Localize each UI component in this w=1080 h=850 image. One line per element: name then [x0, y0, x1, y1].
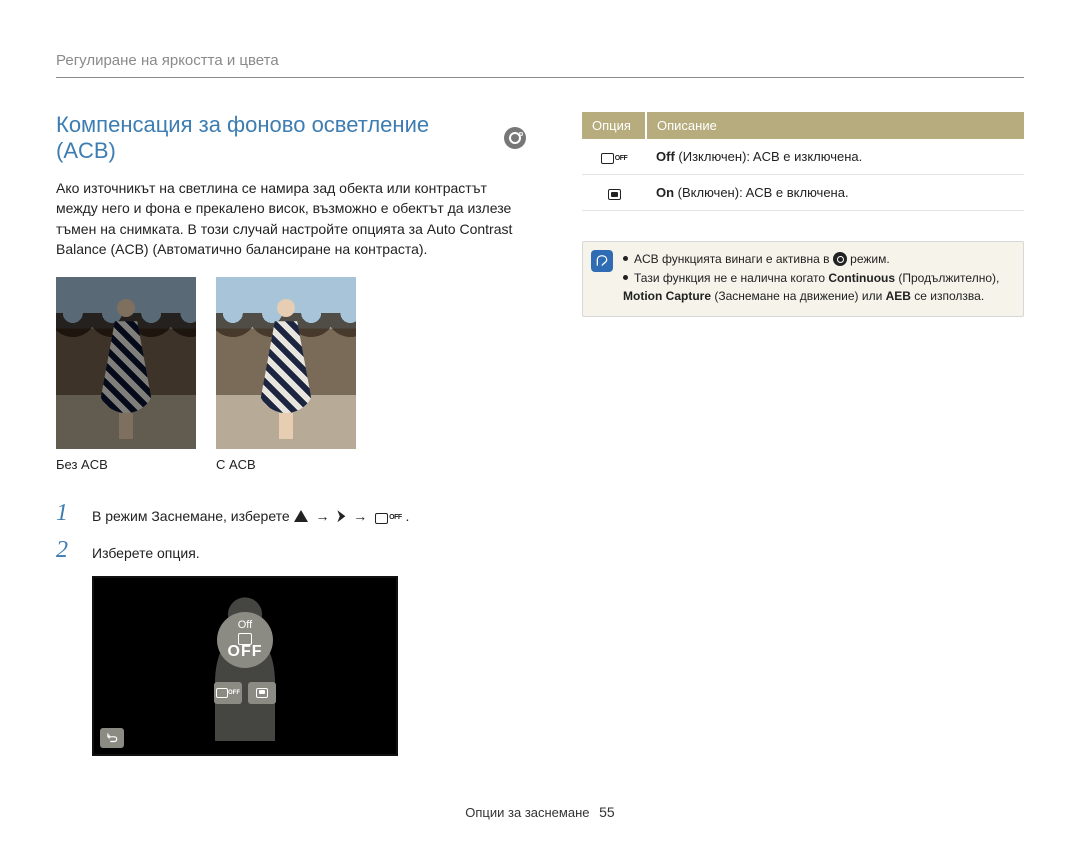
section-title: Компенсация за фоново осветление (ACB) p [56, 112, 526, 164]
step1-text-a: В режим Заснемане, изберете [92, 508, 294, 524]
arrow-icon: → [353, 508, 367, 524]
camera-mode-icon [833, 252, 847, 266]
camera-mode-p-icon: p [504, 127, 526, 149]
row-bold: On [656, 185, 674, 200]
chevron-right-icon [337, 510, 345, 522]
step-number: 1 [56, 500, 76, 527]
row-bold: Off [656, 149, 675, 164]
note-bold: Motion Capture [623, 289, 711, 303]
screen-option-on[interactable] [248, 682, 276, 704]
badge-off-text: OFF [228, 643, 263, 661]
col-desc-header: Описание [646, 112, 1024, 139]
photo-captions: Без ACB С ACB [56, 457, 526, 472]
screen-selected-badge: Off OFF [217, 612, 273, 668]
caption-with: С ACB [216, 457, 356, 472]
running-header: Регулиране на яркостта и цвета [56, 52, 1024, 78]
footer-section: Опции за заснемане [465, 805, 589, 820]
row-text: (Изключен): ACB е изключена. [675, 149, 862, 164]
caption-without: Без ACB [56, 457, 196, 472]
note-bold: Continuous [828, 271, 895, 285]
bullet-icon [623, 275, 628, 280]
bullet-icon [623, 256, 628, 261]
photo-with-acb [216, 277, 356, 449]
step-1: 1 В режим Заснемане, изберете → → OFF . [56, 500, 526, 527]
photo-without-acb [56, 277, 196, 449]
acb-off-icon: OFF [601, 153, 628, 164]
screen-option-off[interactable]: OFF [214, 682, 242, 704]
section-title-text: Компенсация за фоново осветление (ACB) [56, 112, 492, 164]
note-text: Тази функция не е налична когато [634, 271, 828, 285]
note-line: ACB функцията винаги е активна в режим. [623, 250, 1013, 269]
row-text: (Включен): ACB е включена. [674, 185, 849, 200]
intro-paragraph: Ако източникът на светлина се намира зад… [56, 178, 526, 259]
note-text: (Продължително), [895, 271, 999, 285]
step2-text: Изберете опция. [92, 537, 200, 564]
step-number: 2 [56, 537, 76, 564]
options-table: Опция Описание OFF Off (Изключен): ACB е… [582, 112, 1024, 211]
page-footer: Опции за заснемане 55 [56, 804, 1024, 820]
col-option-header: Опция [582, 112, 646, 139]
info-icon [591, 250, 613, 272]
note-line: Тази функция не е налична когато Continu… [623, 269, 1013, 306]
step-2: 2 Изберете опция. [56, 537, 526, 564]
back-button[interactable] [100, 728, 124, 748]
table-row: OFF Off (Изключен): ACB е изключена. [582, 139, 1024, 175]
acb-on-icon [608, 189, 621, 200]
note-text: ACB функцията винаги е активна в [634, 252, 833, 266]
page-number: 55 [599, 804, 615, 820]
note-text: режим. [847, 252, 890, 266]
step1-text-b: . [406, 508, 410, 524]
up-triangle-icon [294, 510, 308, 522]
note-box: ACB функцията винаги е активна в режим. … [582, 241, 1024, 317]
badge-label: Off [238, 619, 252, 631]
table-row: On (Включен): ACB е включена. [582, 175, 1024, 211]
camera-screen-preview: Off OFF OFF [92, 576, 398, 756]
arrow-icon: → [315, 508, 329, 524]
acb-off-icon: OFF [375, 513, 402, 524]
note-text: (Заснемане на движение) или [711, 289, 886, 303]
note-bold: AEB [886, 289, 911, 303]
example-photos [56, 277, 526, 449]
note-text: се използва. [911, 289, 984, 303]
